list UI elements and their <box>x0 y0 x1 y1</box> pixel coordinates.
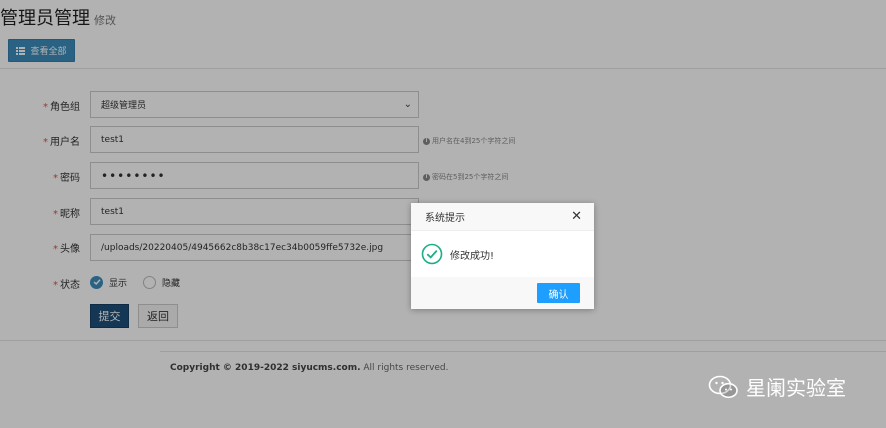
dialog-message: 修改成功! <box>450 250 495 262</box>
dialog-title: 系统提示 <box>425 213 465 224</box>
watermark: 星阑实验室 <box>708 372 846 401</box>
dialog-header: 系统提示 ✕ <box>411 203 594 231</box>
close-icon[interactable]: ✕ <box>571 210 582 223</box>
dialog-body: 修改成功! <box>411 231 594 277</box>
system-alert-dialog: 系统提示 ✕ 修改成功! 确认 <box>411 203 594 309</box>
dialog-footer: 确认 <box>411 277 594 309</box>
watermark-text: 星阑实验室 <box>746 376 846 400</box>
success-check-icon <box>421 243 443 265</box>
wechat-icon <box>708 375 738 398</box>
confirm-button[interactable]: 确认 <box>537 283 580 303</box>
